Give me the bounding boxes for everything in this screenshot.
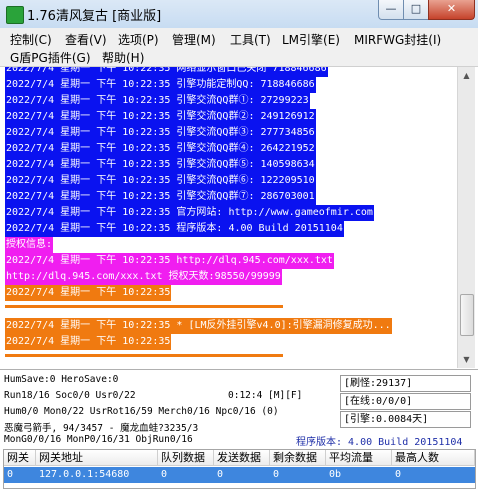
log-panel[interactable]: 2022/7/4 星期一 下午 10:22:35 网络显示窗口已关闭 71884… bbox=[3, 67, 457, 368]
maximize-button[interactable]: □ bbox=[403, 0, 429, 20]
window-title: 1.76清风复古 [商业版] bbox=[27, 9, 162, 24]
column-header[interactable]: 最高人数 bbox=[392, 450, 475, 466]
log-line: 2022/7/4 星期一 下午 10:22:35 bbox=[5, 285, 172, 301]
status-save: HumSave:0 HeroSave:0 bbox=[4, 374, 119, 385]
column-header[interactable]: 队列数据 bbox=[158, 450, 214, 466]
log-auth-header: 授权信息: bbox=[5, 237, 54, 253]
menu-mirfwg[interactable]: MIRFWG封挂(I) bbox=[354, 31, 441, 48]
column-header[interactable]: 发送数据 bbox=[214, 450, 270, 466]
gateway-table[interactable]: 网关 网关地址 队列数据 发送数据 剩余数据 平均流量 最高人数 0 127.0… bbox=[3, 449, 476, 489]
scroll-down-icon[interactable]: ▼ bbox=[460, 352, 473, 367]
log-line: 2022/7/4 星期一 下午 10:22:35 引擎交流QQ群①: 27299… bbox=[5, 93, 310, 109]
menu-view[interactable]: 查看(V) bbox=[65, 31, 107, 48]
log-line: 2022/7/4 星期一 下午 10:22:35 官方网站: http://ww… bbox=[5, 205, 374, 221]
status-timer: 0:12:4 [M][F] bbox=[228, 390, 303, 401]
menu-lm-engine[interactable]: LM引擎(E) bbox=[282, 31, 340, 48]
log-line: 2022/7/4 星期一 下午 10:22:35 引擎交流QQ群⑦: 28670… bbox=[5, 189, 316, 205]
log-line: 2022/7/4 星期一 下午 10:22:35 http://dlq.945.… bbox=[5, 253, 334, 269]
menu-gdun-plugin[interactable]: G盾PG插件(G) bbox=[10, 49, 91, 66]
online-field: [在线:0/0/0] bbox=[340, 393, 471, 410]
table-cell: 0 bbox=[161, 469, 168, 480]
menu-help[interactable]: 帮助(H) bbox=[102, 49, 144, 66]
column-header[interactable]: 网关地址 bbox=[36, 450, 158, 466]
app-icon bbox=[6, 6, 24, 24]
refresh-monster-field: [刷怪:29137] bbox=[340, 375, 471, 392]
log-line: 2022/7/4 星期一 下午 10:22:35 引擎交流QQ群②: 24912… bbox=[5, 109, 316, 125]
program-version: 程序版本: 4.00 Build 20151104 bbox=[296, 437, 463, 448]
log-line: 2022/7/4 星期一 下午 10:22:35 引擎交流QQ群⑤: 14059… bbox=[5, 157, 316, 173]
status-mong: MonG0/0/16 MonP0/16/31 ObjRun0/16 bbox=[4, 434, 193, 445]
status-monster: 恶魔弓箭手, 94/3457 - 魔龙血蛙?3235/3 bbox=[4, 423, 199, 434]
table-cell: 0b bbox=[329, 469, 342, 480]
column-header[interactable]: 平均流量 bbox=[326, 450, 392, 466]
log-line: 2022/7/4 星期一 下午 10:22:35 引擎交流QQ群③: 27773… bbox=[5, 125, 316, 141]
log-line: 2022/7/4 星期一 下午 10:22:35 网络显示窗口已关闭 71884… bbox=[5, 67, 328, 77]
engine-field: [引擎:0.0084天] bbox=[340, 411, 471, 428]
log-line: 2022/7/4 星期一 下午 10:22:35 bbox=[5, 334, 172, 350]
log-scrollbar[interactable]: ▲ ▼ bbox=[457, 67, 475, 368]
table-cell: 127.0.0.1:54680 bbox=[39, 469, 130, 480]
log-line: 2022/7/4 星期一 下午 10:22:35 程序版本: 4.00 Buil… bbox=[5, 221, 344, 237]
minimize-button[interactable]: — bbox=[378, 0, 404, 20]
log-separator bbox=[5, 305, 283, 308]
menu-manage[interactable]: 管理(M) bbox=[172, 31, 216, 48]
menu-options[interactable]: 选项(P) bbox=[118, 31, 159, 48]
log-line: 2022/7/4 星期一 下午 10:22:35 引擎交流QQ群⑥: 12220… bbox=[5, 173, 316, 189]
menu-control[interactable]: 控制(C) bbox=[10, 31, 52, 48]
column-header[interactable]: 剩余数据 bbox=[270, 450, 326, 466]
table-cell: 0 bbox=[395, 469, 402, 480]
close-button[interactable]: ✕ bbox=[428, 0, 475, 20]
table-cell: 0 bbox=[7, 469, 14, 480]
status-panel: HumSave:0 HeroSave:0 Run18/16 Soc0/0 Usr… bbox=[0, 369, 478, 448]
menu-bar: 控制(C) 查看(V) 选项(P) 管理(M) 工具(T) LM引擎(E) MI… bbox=[0, 28, 478, 67]
scroll-thumb[interactable] bbox=[460, 294, 474, 336]
status-run: Run18/16 Soc0/0 Usr0/22 bbox=[4, 390, 136, 401]
table-cell: 0 bbox=[217, 469, 224, 480]
scroll-up-icon[interactable]: ▲ bbox=[460, 68, 473, 83]
log-separator bbox=[5, 354, 283, 357]
log-line: 2022/7/4 星期一 下午 10:22:35 引擎交流QQ群④: 26422… bbox=[5, 141, 316, 157]
log-line: 2022/7/4 星期一 下午 10:22:35 * [LM反外挂引擎v4.0]… bbox=[5, 318, 392, 334]
menu-tools[interactable]: 工具(T) bbox=[230, 31, 271, 48]
column-header[interactable]: 网关 bbox=[4, 450, 36, 466]
status-hum: Hum0/0 Mon0/22 UsrRot16/59 Merch0/16 Npc… bbox=[4, 406, 279, 417]
title-bar: 1.76清风复古 [商业版] — □ ✕ bbox=[0, 0, 478, 29]
log-line: 2022/7/4 星期一 下午 10:22:35 引擎功能定制QQ: 71884… bbox=[5, 77, 316, 93]
table-cell: 0 bbox=[273, 469, 280, 480]
log-line: http://dlq.945.com/xxx.txt 授权天数:98550/99… bbox=[5, 269, 282, 285]
